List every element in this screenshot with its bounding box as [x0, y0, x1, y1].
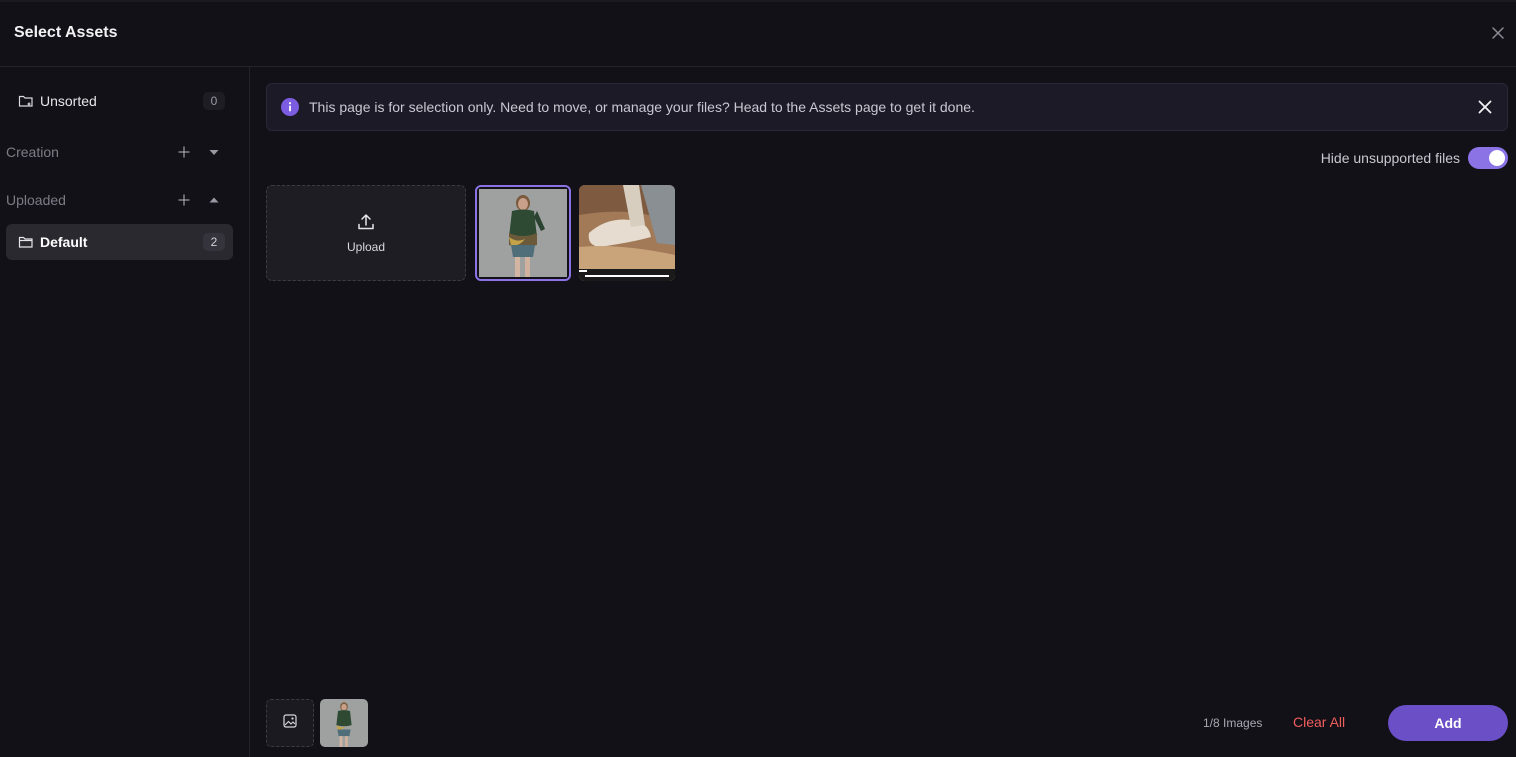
close-icon[interactable] — [1490, 25, 1506, 41]
clear-all-button[interactable]: Clear All — [1293, 714, 1345, 730]
upload-icon — [357, 213, 375, 236]
toggle-knob — [1489, 150, 1505, 166]
dialog-header: Select Assets — [0, 0, 1516, 67]
hide-unsupported-toggle[interactable] — [1468, 147, 1508, 169]
upload-button[interactable]: Upload — [266, 185, 466, 281]
chevron-down-icon[interactable] — [206, 144, 222, 160]
socks-photo — [579, 185, 675, 281]
add-image-slot[interactable] — [266, 699, 314, 747]
image-count: 1/8 Images — [1203, 716, 1263, 730]
banner-message: This page is for selection only. Need to… — [309, 99, 975, 115]
image-icon — [283, 713, 297, 733]
asset-panel: This page is for selection only. Need to… — [250, 67, 1516, 757]
sidebar-item-unsorted[interactable]: Unsorted 0 — [6, 83, 233, 119]
sidebar: Unsorted 0 Creation Uploaded Default 2 — [0, 67, 250, 757]
folder-icon — [18, 234, 34, 250]
select-assets-dialog: Select Assets Unsorted 0 Creation Upload… — [0, 0, 1516, 757]
section-label: Creation — [6, 144, 59, 160]
asset-thumbnail-selected[interactable] — [475, 185, 571, 281]
upload-label: Upload — [346, 239, 386, 254]
dialog-title: Select Assets — [14, 24, 118, 41]
toggle-label: Hide unsupported files — [1320, 150, 1460, 166]
top-divider — [0, 0, 1516, 2]
sidebar-item-default[interactable]: Default 2 — [6, 224, 233, 260]
selected-image-preview[interactable] — [320, 699, 368, 747]
sidebar-item-label: Default — [40, 234, 88, 250]
folder-icon — [18, 93, 34, 109]
add-folder-icon[interactable] — [176, 192, 192, 208]
section-uploaded[interactable]: Uploaded — [6, 188, 233, 212]
info-banner: This page is for selection only. Need to… — [266, 83, 1508, 131]
woman-photo — [479, 189, 567, 277]
count-badge: 0 — [203, 92, 225, 110]
dismiss-banner-icon[interactable] — [1477, 99, 1493, 115]
info-icon — [281, 98, 299, 116]
add-button[interactable]: Add — [1388, 705, 1508, 741]
section-label: Uploaded — [6, 192, 66, 208]
chevron-up-icon[interactable] — [206, 192, 222, 208]
woman-photo — [320, 699, 368, 747]
add-folder-icon[interactable] — [176, 144, 192, 160]
asset-thumbnail[interactable] — [579, 185, 675, 281]
hide-unsupported-control: Hide unsupported files — [1321, 147, 1508, 169]
sidebar-item-label: Unsorted — [40, 93, 97, 109]
section-creation[interactable]: Creation — [6, 140, 233, 164]
count-badge: 2 — [203, 233, 225, 251]
